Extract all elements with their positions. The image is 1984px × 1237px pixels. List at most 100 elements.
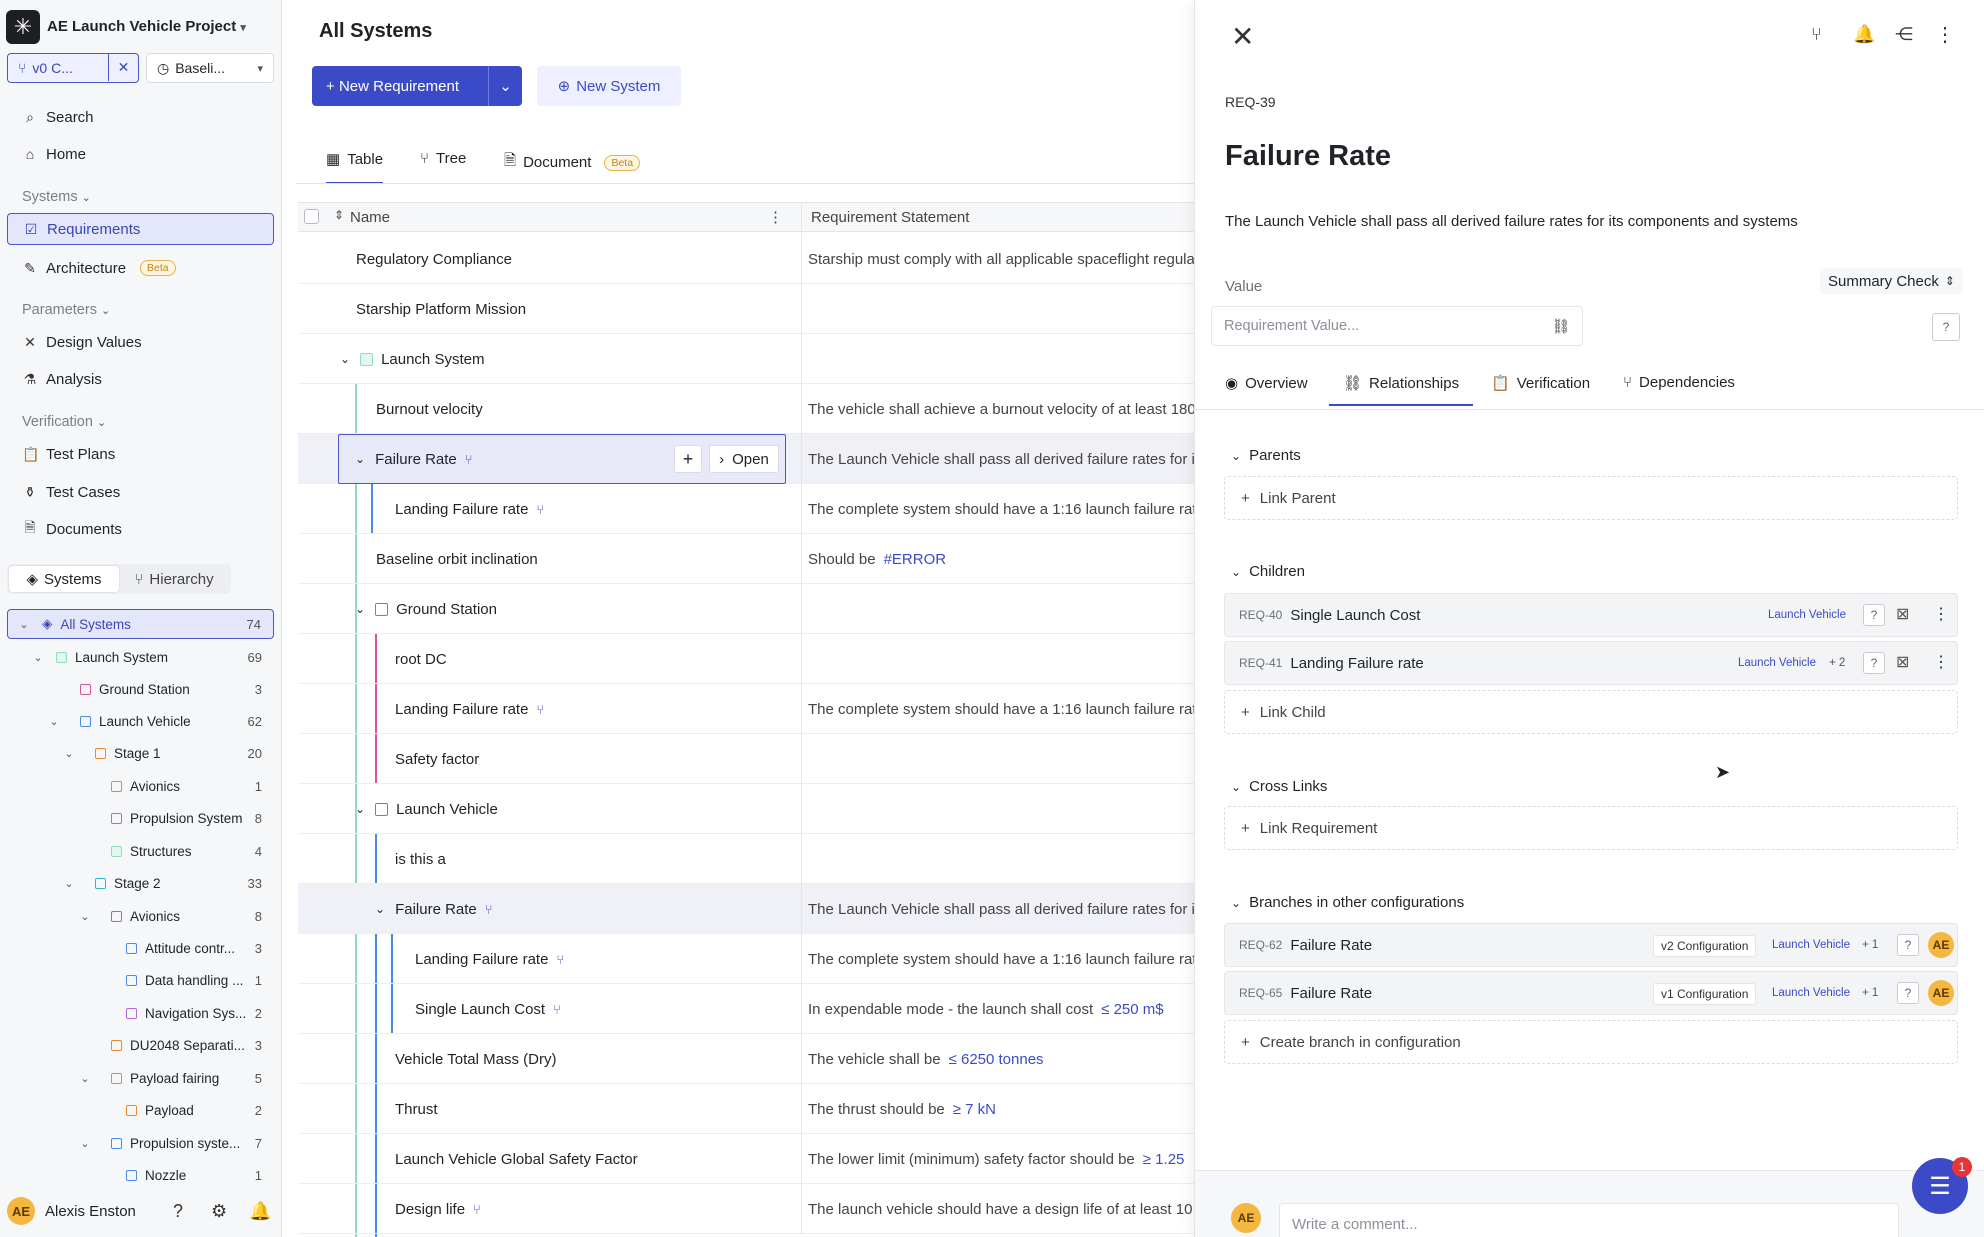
table-row[interactable]: Baseline orbit inclination Should be #ERRO… — [298, 534, 1198, 584]
tab-relationships[interactable]: ⛓ Relationships — [1329, 374, 1474, 406]
tab-systems[interactable]: ◈ Systems — [9, 566, 119, 592]
configuration-tag[interactable]: v2 Configuration — [1653, 935, 1757, 957]
tree-item[interactable]: Ground Station 3 — [7, 674, 274, 704]
open-button[interactable]: › Open — [709, 445, 779, 473]
add-child-button[interactable]: + — [674, 445, 702, 473]
section-parameters[interactable]: Parameters ⌄ — [22, 302, 110, 318]
nav-requirements[interactable]: ☑ Requirements — [7, 213, 274, 245]
create-branch-button[interactable]: + Create branch in configuration — [1224, 1020, 1958, 1064]
close-icon[interactable]: ✕ — [108, 54, 138, 81]
sort-icon[interactable]: ⇕ — [334, 208, 344, 222]
chevron-down-icon[interactable]: ⌄ — [355, 452, 365, 466]
section-systems[interactable]: Systems ⌄ — [22, 189, 91, 205]
table-row[interactable]: Thrust The thrust should be ≥ 7 kN — [298, 1084, 1198, 1134]
avatar[interactable]: AE — [1928, 980, 1954, 1006]
branch-item[interactable]: REQ-62 Failure Rate v2 Configuration Lau… — [1224, 923, 1958, 967]
share-icon[interactable]: ⋲ — [1895, 24, 1913, 45]
link-child-button[interactable]: + Link Child — [1224, 690, 1958, 734]
comment-input[interactable]: Write a comment... — [1279, 1203, 1899, 1237]
tab-dependencies[interactable]: ⑂ Dependencies — [1623, 374, 1735, 391]
column-statement[interactable]: Requirement Statement — [811, 209, 969, 226]
status-unknown-icon[interactable]: ? — [1897, 934, 1919, 956]
hierarchy-icon[interactable]: ⑂ — [1811, 24, 1822, 45]
help-icon[interactable]: ? — [173, 1201, 183, 1222]
table-row[interactable]: Burnout velocity The vehicle shall achiev… — [298, 384, 1198, 434]
table-row[interactable]: Landing Failure rate ⑂ The complete system… — [298, 934, 1198, 984]
requirement-title[interactable]: Failure Rate — [1225, 140, 1391, 173]
table-row[interactable]: Launch Vehicle Global Safety Factor The l… — [298, 1134, 1198, 1184]
child-item[interactable]: REQ-41 Landing Failure rate Launch Vehic… — [1224, 641, 1958, 685]
column-name[interactable]: Name — [350, 209, 390, 226]
requirement-description[interactable]: The Launch Vehicle shall pass all derive… — [1225, 213, 1798, 230]
app-logo[interactable]: ✳ — [6, 10, 40, 44]
link-parent-button[interactable]: + Link Parent — [1224, 476, 1958, 520]
requirement-value-input[interactable]: Requirement Value... ⛓ — [1211, 306, 1583, 346]
tree-item[interactable]: Navigation Sys... 2 — [7, 998, 274, 1028]
tab-hierarchy[interactable]: ⑂ Hierarchy — [119, 566, 229, 592]
link-icon[interactable]: ⛓ — [1552, 318, 1570, 335]
link-requirement-button[interactable]: + Link Requirement — [1224, 806, 1958, 850]
table-row[interactable]: ⌄ Failure Rate ⑂ The Launch Vehicle shall p… — [298, 884, 1198, 934]
kebab-icon[interactable]: ⋮ — [1935, 22, 1955, 47]
select-all-checkbox[interactable] — [304, 209, 319, 224]
table-row[interactable]: Regulatory Compliance Starship must compl… — [298, 234, 1198, 284]
nav-test-cases[interactable]: ⚱ Test Cases — [7, 476, 274, 508]
table-row[interactable]: Landing Failure rate ⑂ The complete system… — [298, 684, 1198, 734]
more-systems-count[interactable]: + 1 — [1862, 987, 1878, 999]
system-tag[interactable]: Launch Vehicle — [1768, 609, 1846, 621]
branch-item[interactable]: REQ-65 Failure Rate v1 Configuration Lau… — [1224, 971, 1958, 1015]
chevron-down-icon[interactable]: ⌄ — [355, 602, 365, 616]
tree-item[interactable]: Attitude contr... 3 — [7, 933, 274, 963]
more-systems-count[interactable]: + 2 — [1829, 657, 1845, 669]
gear-icon[interactable]: ⚙ — [211, 1201, 227, 1222]
tab-verification[interactable]: 📋 Verification — [1491, 374, 1590, 393]
value-chip[interactable]: ≥ 7 kN — [953, 1101, 996, 1118]
tree-item[interactable]: ⌄ Propulsion syste... 7 — [7, 1128, 274, 1158]
tree-item[interactable]: Nozzle 1 — [7, 1160, 274, 1190]
table-row[interactable]: Single Launch Cost ⑂ In expendable mode - … — [298, 984, 1198, 1034]
section-cross-links[interactable]: ⌄ Cross Links — [1231, 778, 1327, 795]
tree-item[interactable]: DU2048 Separati... 3 — [7, 1030, 274, 1060]
table-row[interactable]: is this a — [298, 834, 1198, 884]
tree-item[interactable]: ⌄ Launch Vehicle 62 — [7, 706, 274, 736]
branch-selector[interactable]: ⑂ v0 C... ✕ — [7, 53, 139, 83]
more-systems-count[interactable]: + 1 — [1862, 939, 1878, 951]
user-menu[interactable]: AE Alexis Enston — [7, 1196, 136, 1226]
new-system-button[interactable]: ⊕ New System — [537, 66, 681, 106]
table-row[interactable]: Safety factor — [298, 734, 1198, 784]
tree-item[interactable]: Structures 4 — [7, 836, 274, 866]
status-unknown-icon[interactable]: ? — [1932, 313, 1960, 341]
table-row[interactable]: Landing Failure rate ⑂ The complete system… — [298, 484, 1198, 534]
section-branches[interactable]: ⌄ Branches in other configurations — [1231, 894, 1464, 911]
value-chip[interactable]: #ERROR — [884, 551, 947, 568]
kebab-icon[interactable]: ⋮ — [768, 208, 783, 226]
table-row[interactable]: Vehicle Total Mass (Dry) The vehicle shal… — [298, 1034, 1198, 1084]
tab-tree[interactable]: ⑂ Tree — [420, 150, 466, 167]
tab-document[interactable]: 🗎 Document Beta — [504, 150, 641, 175]
status-unknown-icon[interactable]: ? — [1863, 652, 1885, 674]
tree-item-all-systems[interactable]: ⌄ ◈ All Systems 74 — [7, 609, 274, 639]
tree-item[interactable]: Avionics 1 — [7, 771, 274, 801]
table-row[interactable]: root DC — [298, 634, 1198, 684]
table-row[interactable]: ⌄ Launch System — [298, 334, 1198, 384]
nav-design-values[interactable]: ✕ Design Values — [7, 326, 274, 358]
configuration-tag[interactable]: v1 Configuration — [1653, 983, 1757, 1005]
table-row[interactable]: ⌄ Launch Vehicle — [298, 784, 1198, 834]
chevron-down-icon[interactable]: ⌄ — [488, 66, 522, 106]
system-tag[interactable]: Launch Vehicle — [1738, 657, 1816, 669]
table-row[interactable]: ⌄ Ground Station — [298, 584, 1198, 634]
status-unknown-icon[interactable]: ? — [1863, 604, 1885, 626]
nav-documents[interactable]: 🗎 Documents — [7, 513, 274, 545]
chevron-down-icon[interactable]: ⌄ — [375, 902, 385, 916]
project-switcher[interactable]: AE Launch Vehicle Project ▾ — [47, 18, 246, 35]
tree-item[interactable]: Payload 2 — [7, 1095, 274, 1125]
chevron-down-icon[interactable]: ⌄ — [355, 802, 365, 816]
summary-check-select[interactable]: Summary Check ⇕ — [1820, 268, 1963, 294]
nav-search[interactable]: ⌕ Search — [7, 101, 274, 133]
section-verification[interactable]: Verification ⌄ — [22, 414, 106, 430]
table-row[interactable]: Design life ⑂ The launch vehicle should ha… — [298, 1184, 1198, 1234]
child-item[interactable]: REQ-40 Single Launch Cost Launch Vehicle… — [1224, 593, 1958, 637]
status-unknown-icon[interactable]: ? — [1897, 982, 1919, 1004]
system-tag[interactable]: Launch Vehicle — [1772, 939, 1850, 951]
tree-item[interactable]: ⌄ Avionics 8 — [7, 901, 274, 931]
